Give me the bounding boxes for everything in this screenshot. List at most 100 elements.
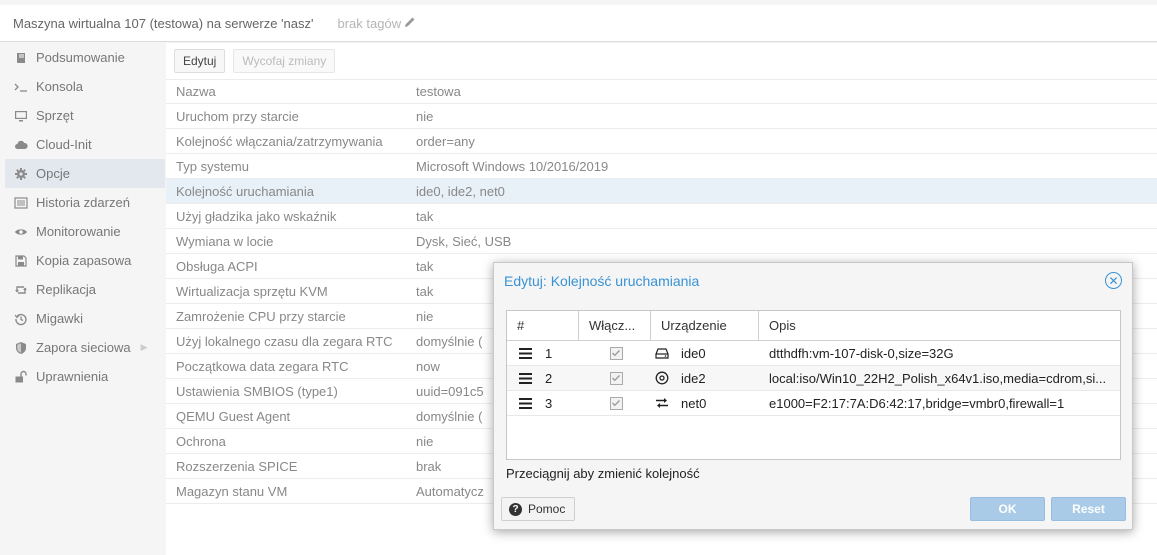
dialog-footer: ? Pomoc OK Reset	[494, 491, 1132, 529]
exchange-icon	[655, 396, 669, 410]
grid-header: # Włącz... Urządzenie Opis	[507, 311, 1120, 341]
toolbar: Edytuj Wycofaj zmiany	[166, 43, 1157, 79]
option-row-boot-order[interactable]: Kolejność uruchamiania ide0, ide2, net0	[166, 179, 1157, 204]
sidebar-item-label: Cloud-Init	[36, 137, 92, 152]
sidebar-item-historia-zdarzen[interactable]: Historia zdarzeń	[5, 188, 165, 217]
sidebar-item-label: Migawki	[36, 311, 83, 326]
option-key: Kolejność uruchamiania	[176, 183, 315, 199]
option-key: Zamrożenie CPU przy starcie	[176, 308, 346, 324]
drag-handle-icon[interactable]	[519, 372, 532, 384]
option-row-ostype[interactable]: Typ systemu Microsoft Windows 10/2016/201…	[166, 154, 1157, 179]
sidebar-item-sprzet[interactable]: Sprzęt	[5, 101, 165, 130]
edit-button[interactable]: Edytuj	[174, 49, 226, 73]
reset-button[interactable]: Reset	[1051, 497, 1126, 521]
option-row-name[interactable]: Nazwa testowa	[166, 79, 1157, 104]
option-key: Użyj lokalnego czasu dla zegara RTC	[176, 333, 393, 349]
option-row-tablet[interactable]: Użyj gładzika jako wskaźnik tak	[166, 204, 1157, 229]
sidebar-item-kopia-zapasowa[interactable]: Kopia zapasowa	[5, 246, 165, 275]
sidebar-item-label: Opcje	[36, 166, 70, 181]
device-description: e1000=F2:17:7A:D6:42:17,bridge=vmbr0,fir…	[769, 395, 1065, 411]
book-icon	[14, 51, 28, 65]
drag-hint: Przeciągnij aby zmienić kolejność	[506, 466, 700, 481]
dialog-header[interactable]: Edytuj: Kolejność uruchamiania ✕	[494, 263, 1132, 299]
option-row-onboot[interactable]: Uruchom przy starcie nie	[166, 104, 1157, 129]
sidebar-item-opcje[interactable]: Opcje	[5, 159, 165, 188]
option-value: tak	[416, 208, 434, 224]
sidebar-item-konsola[interactable]: Konsola	[5, 72, 165, 101]
option-key: Użyj gładzika jako wskaźnik	[176, 208, 337, 224]
enabled-checkbox[interactable]	[609, 346, 623, 360]
sidebar-item-replikacja[interactable]: Replikacja	[5, 275, 165, 304]
tags-editor[interactable]: brak tagów	[338, 16, 417, 31]
question-icon: ?	[509, 502, 522, 516]
history-icon	[14, 312, 28, 326]
option-row-hotplug[interactable]: Wymiana w locie Dysk, Sieć, USB	[166, 229, 1157, 254]
sidebar-item-label: Sprzęt	[36, 108, 74, 123]
tags-label: brak tagów	[337, 15, 402, 31]
device-description: local:iso/Win10_22H2_Polish_x64v1.iso,me…	[769, 370, 1107, 386]
device-description: dtthdfh:vm-107-disk-0,size=32G	[769, 345, 954, 361]
drag-handle-icon[interactable]	[519, 397, 532, 409]
row-number: 3	[545, 395, 553, 411]
ok-button[interactable]: OK	[970, 497, 1045, 521]
option-key: Początkowa data zegara RTC	[176, 358, 349, 374]
option-key: Nazwa	[176, 84, 216, 99]
sidebar-item-migawki[interactable]: Migawki	[5, 304, 165, 333]
sidebar-item-monitorowanie[interactable]: Monitorowanie	[5, 217, 165, 246]
device-name: ide0	[681, 345, 706, 361]
dialog-title: Edytuj: Kolejność uruchamiania	[504, 273, 700, 289]
sidebar-item-podsumowanie[interactable]: Podsumowanie	[5, 43, 165, 72]
option-value: testowa	[416, 84, 461, 99]
hdd-icon	[655, 346, 669, 360]
device-name: ide2	[681, 370, 706, 386]
sidebar-item-label: Replikacja	[36, 282, 96, 297]
close-icon[interactable]: ✕	[1105, 272, 1122, 289]
sidebar: Podsumowanie Konsola Sprzęt Cloud-Init O…	[5, 43, 165, 555]
option-row-startup[interactable]: Kolejność włączania/zatrzymywania order=a…	[166, 129, 1157, 154]
sidebar-item-label: Uprawnienia	[36, 369, 109, 384]
option-key: Kolejność włączania/zatrzymywania	[176, 133, 383, 149]
terminal-icon	[14, 80, 28, 94]
enabled-checkbox[interactable]	[609, 396, 623, 410]
table-row[interactable]: 1 ide0 dtthdfh:vm-107-disk-0,size=32G	[507, 341, 1120, 366]
column-header-description[interactable]: Opis	[759, 311, 1120, 340]
list-icon	[14, 196, 28, 210]
option-key: Uruchom przy starcie	[176, 108, 299, 124]
chevron-right-icon[interactable]: ▶	[141, 342, 148, 353]
retweet-icon	[14, 283, 28, 297]
sidebar-item-label: Historia zdarzeń	[36, 195, 130, 210]
revert-button[interactable]: Wycofaj zmiany	[233, 49, 336, 73]
option-key: Magazyn stanu VM	[176, 483, 288, 499]
unlock-icon	[14, 370, 28, 384]
monitor-icon	[14, 109, 28, 123]
row-number: 2	[545, 370, 553, 386]
gear-icon	[14, 167, 28, 181]
enabled-checkbox[interactable]	[609, 371, 623, 385]
table-row[interactable]: 2 ide2 local:iso/Win10_22H2_Polish_x64v1…	[507, 366, 1120, 391]
cloud-icon	[14, 138, 28, 152]
floppy-icon	[14, 254, 28, 268]
pencil-icon[interactable]	[404, 16, 416, 31]
option-key: Obsługa ACPI	[176, 258, 258, 274]
shield-icon	[14, 341, 28, 355]
option-value: nie	[416, 108, 434, 124]
sidebar-item-zapora-sieciowa[interactable]: Zapora sieciowa ▶	[5, 333, 165, 362]
column-header-num[interactable]: #	[507, 311, 579, 340]
boot-order-dialog: Edytuj: Kolejność uruchamiania ✕ # Włącz…	[493, 262, 1133, 530]
boot-order-grid: # Włącz... Urządzenie Opis 1 ide0 dtthdf…	[506, 310, 1121, 460]
help-label: Pomoc	[528, 502, 566, 516]
option-key: Typ systemu	[176, 158, 249, 174]
sidebar-item-uprawnienia[interactable]: Uprawnienia	[5, 362, 165, 391]
option-key: QEMU Guest Agent	[176, 408, 291, 424]
option-key: Ustawienia SMBIOS (type1)	[176, 383, 338, 399]
column-header-enabled[interactable]: Włącz...	[579, 311, 651, 340]
sidebar-item-cloud-init[interactable]: Cloud-Init	[5, 130, 165, 159]
column-header-device[interactable]: Urządzenie	[651, 311, 759, 340]
drag-handle-icon[interactable]	[519, 347, 532, 359]
option-value: Dysk, Sieć, USB	[416, 233, 512, 249]
table-row[interactable]: 3 net0 e1000=F2:17:7A:D6:42:17,bridge=vm…	[507, 391, 1120, 416]
option-key: Rozszerzenia SPICE	[176, 458, 298, 474]
help-button[interactable]: ? Pomoc	[501, 497, 576, 521]
row-number: 1	[545, 345, 553, 361]
sidebar-item-label: Monitorowanie	[36, 224, 121, 239]
